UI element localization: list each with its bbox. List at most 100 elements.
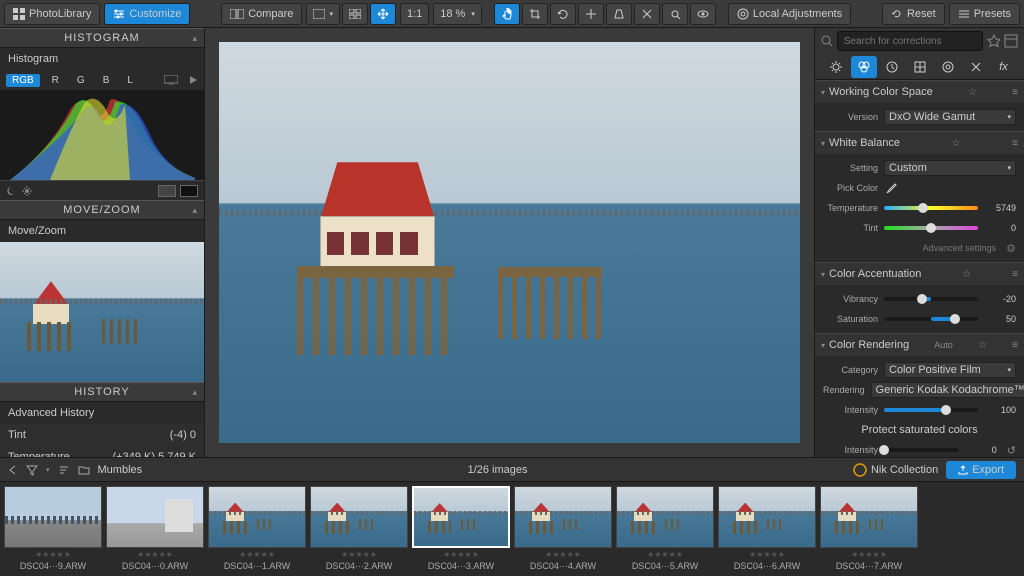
tab-local[interactable]: [935, 56, 961, 78]
advanced-settings-link[interactable]: Advanced settings: [923, 243, 997, 253]
compare-button[interactable]: Compare: [221, 3, 302, 25]
thumbnail-rating[interactable]: ★★★★★: [208, 550, 306, 559]
nik-collection-button[interactable]: Nik Collection: [853, 463, 938, 477]
layout-single-button[interactable]: ▾: [306, 3, 340, 25]
hist-tab-rgb[interactable]: RGB: [6, 74, 40, 87]
redeye-tool-button[interactable]: [690, 3, 716, 25]
thumbnail-rating[interactable]: ★★★★★: [310, 550, 408, 559]
zoom-ratio-button[interactable]: 1:1: [400, 3, 429, 25]
star-icon[interactable]: ☆: [952, 138, 961, 149]
history-header[interactable]: HISTORY▴: [0, 382, 204, 402]
panel-icon[interactable]: [1004, 34, 1018, 48]
menu-icon[interactable]: ≡: [1012, 87, 1018, 98]
thumbnail-rating[interactable]: ★★★★★: [514, 550, 612, 559]
presets-button[interactable]: Presets: [949, 3, 1020, 25]
category-select[interactable]: Color Positive Film▾: [884, 362, 1016, 378]
tab-color[interactable]: [851, 56, 877, 78]
thumbnail[interactable]: ★★★★★DSC04···5.ARW: [616, 486, 714, 572]
thumbnail-rating[interactable]: ★★★★★: [718, 550, 816, 559]
menu-icon[interactable]: ≡: [1012, 269, 1018, 280]
horizon-tool-button[interactable]: [578, 3, 604, 25]
customize-button[interactable]: Customize: [104, 3, 190, 25]
movezoom-header[interactable]: MOVE/ZOOM▴: [0, 200, 204, 220]
eyedropper-icon[interactable]: [884, 181, 898, 195]
crop-tool-button[interactable]: [522, 3, 548, 25]
layout-grid-button[interactable]: [342, 3, 368, 25]
menu-icon[interactable]: ≡: [1012, 340, 1018, 351]
protect-intensity-slider[interactable]: [884, 448, 959, 452]
thumbnail[interactable]: ★★★★★DSC04···6.ARW: [718, 486, 816, 572]
thumbnail[interactable]: ★★★★★DSC04···9.ARW: [4, 486, 102, 572]
history-item[interactable]: Tint (-4) 0: [0, 424, 204, 446]
history-item[interactable]: Temperature (+349 K) 5,749 K: [0, 446, 204, 457]
section-header[interactable]: ▾Color RenderingAuto☆≡: [815, 334, 1024, 356]
thumbnail[interactable]: ★★★★★DSC04···3.ARW: [412, 486, 510, 572]
local-adjustments-button[interactable]: Local Adjustments: [728, 3, 851, 25]
collapse-icon[interactable]: ▴: [192, 387, 198, 398]
vibrancy-slider[interactable]: [884, 297, 978, 301]
hist-tab-g[interactable]: G: [71, 74, 91, 87]
tab-detail[interactable]: [879, 56, 905, 78]
wb-setting-select[interactable]: Custom▾: [884, 160, 1016, 176]
warp-tool-button[interactable]: [634, 3, 660, 25]
saturation-slider[interactable]: [884, 317, 978, 321]
perspective-tool-button[interactable]: [606, 3, 632, 25]
auto-button[interactable]: Auto: [934, 340, 953, 350]
section-header[interactable]: ▾Color Accentuation☆≡: [815, 263, 1024, 285]
photolibrary-button[interactable]: PhotoLibrary: [4, 3, 100, 25]
thumbnail[interactable]: ★★★★★DSC04···1.ARW: [208, 486, 306, 572]
thumbnail[interactable]: ★★★★★DSC04···7.ARW: [820, 486, 918, 572]
hist-tab-r[interactable]: R: [46, 74, 65, 87]
image-viewer[interactable]: [205, 28, 814, 457]
move-tool-button[interactable]: [370, 3, 396, 25]
filter-icon[interactable]: [26, 464, 38, 476]
hand-tool-button[interactable]: [494, 3, 520, 25]
sort-icon[interactable]: [58, 464, 70, 476]
thumbnail-rating[interactable]: ★★★★★: [820, 550, 918, 559]
zoom-level-button[interactable]: 18 %▾: [433, 3, 482, 25]
hist-tab-l[interactable]: L: [121, 74, 139, 87]
collapse-icon[interactable]: ▴: [192, 33, 198, 44]
tab-light[interactable]: [823, 56, 849, 78]
section-header[interactable]: ▾Working Color Space☆≡: [815, 81, 1024, 103]
temperature-slider[interactable]: [884, 206, 978, 210]
thumbnail[interactable]: ★★★★★DSC04···2.ARW: [310, 486, 408, 572]
highlight-clip-toggle[interactable]: [180, 185, 198, 197]
menu-icon[interactable]: ≡: [1012, 138, 1018, 149]
tab-watermark[interactable]: [963, 56, 989, 78]
section-header[interactable]: ▾White Balance☆≡: [815, 132, 1024, 154]
thumbnail[interactable]: ★★★★★DSC04···0.ARW: [106, 486, 204, 572]
star-icon[interactable]: ☆: [978, 340, 987, 351]
corrections-search-input[interactable]: [837, 31, 983, 51]
chevron-left-icon[interactable]: [8, 465, 18, 475]
thumbnail-rating[interactable]: ★★★★★: [4, 550, 102, 559]
shadow-clip-toggle[interactable]: [158, 185, 176, 197]
export-button[interactable]: Export: [946, 461, 1016, 479]
thumbnail-rating[interactable]: ★★★★★: [412, 550, 510, 559]
rendering-select[interactable]: Generic Kodak Kodachrome™ 64▾: [871, 382, 1024, 398]
histogram-header[interactable]: HISTOGRAM▴: [0, 28, 204, 48]
gear-icon[interactable]: ⚙: [1006, 242, 1016, 255]
sun-icon[interactable]: [22, 186, 32, 196]
navigator-preview[interactable]: [0, 242, 204, 382]
reset-icon[interactable]: ↺: [1007, 444, 1016, 457]
tab-geometry[interactable]: [907, 56, 933, 78]
thumbnail-rating[interactable]: ★★★★★: [106, 550, 204, 559]
star-icon[interactable]: ☆: [968, 87, 977, 98]
rotate-tool-button[interactable]: [550, 3, 576, 25]
star-icon[interactable]: [987, 34, 1001, 48]
intensity-slider[interactable]: [884, 408, 978, 412]
thumbnail-rating[interactable]: ★★★★★: [616, 550, 714, 559]
play-icon[interactable]: [188, 75, 198, 85]
hist-tab-b[interactable]: B: [97, 74, 116, 87]
star-icon[interactable]: ☆: [962, 269, 971, 280]
tab-fx[interactable]: fx: [991, 56, 1017, 78]
collapse-icon[interactable]: ▴: [192, 205, 198, 216]
version-select[interactable]: DxO Wide Gamut▾: [884, 109, 1016, 125]
repair-tool-button[interactable]: [662, 3, 688, 25]
monitor-icon[interactable]: [164, 75, 178, 85]
tint-slider[interactable]: [884, 226, 978, 230]
moon-icon[interactable]: [6, 186, 16, 196]
reset-button[interactable]: Reset: [882, 3, 945, 25]
thumbnail[interactable]: ★★★★★DSC04···4.ARW: [514, 486, 612, 572]
